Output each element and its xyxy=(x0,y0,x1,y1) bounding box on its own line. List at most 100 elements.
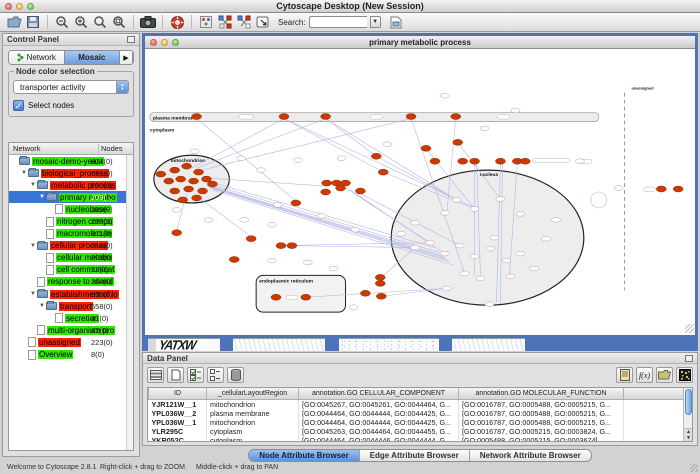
function-builder-icon[interactable]: f(x) xyxy=(636,367,653,383)
attribute-notes-icon[interactable] xyxy=(616,367,633,383)
float-panel-icon[interactable] xyxy=(127,36,135,43)
table-cell[interactable]: YPL036W__2 xyxy=(149,409,207,418)
tree-scrollbar[interactable] xyxy=(126,155,133,450)
window-sliver[interactable]: YATXW xyxy=(156,338,220,351)
new-attribute-icon[interactable] xyxy=(167,367,184,383)
tree-row[interactable]: Overview8(0) xyxy=(9,349,133,361)
network-tree-header[interactable]: Network Nodes xyxy=(9,143,133,155)
attribute-matrix-icon[interactable] xyxy=(676,367,693,383)
delete-attribute-icon[interactable] xyxy=(227,367,244,383)
network-view-titlebar[interactable]: primary metabolic process xyxy=(145,36,695,49)
table-cell[interactable]: [GO:0044464, GO:0044444, GO:0044425, G..… xyxy=(299,409,459,418)
window-edge[interactable] xyxy=(439,338,452,351)
window-sliver[interactable] xyxy=(148,338,156,351)
tree-row[interactable]: macromolecule311(0) xyxy=(9,228,133,240)
table-cell[interactable]: YLR295C xyxy=(149,427,207,436)
tab-overflow-arrow-icon[interactable]: ▶ xyxy=(120,51,133,64)
window-edge[interactable] xyxy=(220,338,233,351)
tree-row[interactable]: nitrogen compo209(0) xyxy=(9,215,133,227)
network-canvas[interactable]: plasma membranecytoplasmmitochondrionnuc… xyxy=(145,49,695,334)
app-titlebar[interactable]: Cytoscape Desktop (New Session) xyxy=(0,0,700,13)
tree-row[interactable]: cell communicat22(0) xyxy=(9,264,133,276)
tree-row[interactable]: unassigned223(0) xyxy=(9,336,133,348)
table-cell[interactable] xyxy=(624,399,686,409)
table-cell[interactable]: [GO:0016787, GO:0005488, GO:0005215, G..… xyxy=(459,399,624,409)
tree-row[interactable]: ▼establishment of lo558(0) xyxy=(9,288,133,300)
table-cell[interactable]: cytoplasm xyxy=(207,436,299,443)
background-windows-strip[interactable]: YATXW xyxy=(142,338,698,351)
table-cell[interactable]: [GO:0005488, GO:0005215, GO:0003674] xyxy=(459,436,624,443)
table-row[interactable]: YLR295Ccytoplasm[GO:0045263, GO:0044464,… xyxy=(149,427,686,436)
table-cell[interactable]: mitochondrion xyxy=(207,418,299,427)
float-data-panel-icon[interactable] xyxy=(685,355,693,362)
import-attributes-icon[interactable] xyxy=(656,367,673,383)
expand-arrow-icon[interactable]: ▼ xyxy=(29,291,37,297)
snapshot-icon[interactable] xyxy=(140,14,156,30)
expand-arrow-icon[interactable]: ▼ xyxy=(29,243,37,249)
table-row[interactable]: YPL036W__2plasma membrane[GO:0044464, GO… xyxy=(149,409,686,418)
table-cell[interactable]: [GO:0016787, GO:0005488, GO:0005215, G..… xyxy=(459,409,624,418)
save-icon[interactable] xyxy=(25,14,41,30)
window-edge[interactable] xyxy=(325,338,339,351)
tree-row[interactable]: ▼primary metabo209(... xyxy=(9,191,133,203)
zoom-out-icon[interactable] xyxy=(54,14,70,30)
network-layout-icon[interactable] xyxy=(217,14,233,30)
table-scrollbar[interactable]: ▲▼ xyxy=(683,388,692,441)
tree-row[interactable]: multi-organism pro42(0) xyxy=(9,324,133,336)
expand-arrow-icon[interactable]: ▼ xyxy=(38,303,46,309)
table-column-header[interactable]: ID xyxy=(149,388,207,399)
table-cell[interactable] xyxy=(624,436,686,443)
table-column-header[interactable]: annotation.GO MOLECULAR_FUNCTION xyxy=(459,388,624,399)
select-nodes-checkbox[interactable]: ✓ xyxy=(13,100,24,111)
attribute-table[interactable]: ID_cellularLayoutRegionannotation.GO CEL… xyxy=(147,387,693,442)
tree-row[interactable]: ▼biological_process651(0) xyxy=(9,167,133,179)
table-cell[interactable] xyxy=(624,409,686,418)
zoom-in-icon[interactable] xyxy=(73,14,89,30)
tree-row[interactable]: ▼metabolic process280(0) xyxy=(9,179,133,191)
annotation-icon[interactable] xyxy=(255,14,271,30)
vizmapper-icon[interactable] xyxy=(198,14,214,30)
table-row[interactable]: YKR052Ccytoplasm[GO:0044464, GO:0044446,… xyxy=(149,436,686,443)
tree-row[interactable]: response to stimul264(0) xyxy=(9,276,133,288)
table-cell[interactable] xyxy=(624,427,686,436)
node-color-dropdown[interactable]: transporter activity ▲▼ xyxy=(13,80,129,94)
window-sliver[interactable] xyxy=(233,338,325,351)
window-resize-grip[interactable] xyxy=(685,324,694,333)
help-icon[interactable] xyxy=(169,14,185,30)
table-cell[interactable] xyxy=(624,418,686,427)
window-sliver[interactable] xyxy=(339,338,439,351)
tab-network[interactable]: Network xyxy=(9,51,65,64)
table-column-header[interactable] xyxy=(624,388,686,399)
tree-row[interactable]: ▼transport558(0) xyxy=(9,300,133,312)
table-row[interactable]: YJR121W__1mitochondrion[GO:0045267, GO:0… xyxy=(149,399,686,409)
table-cell[interactable]: [GO:0016787, GO:0005488, GO:0005215, G..… xyxy=(459,418,624,427)
search-dropdown-arrow-icon[interactable]: ▼ xyxy=(370,16,381,28)
table-column-header[interactable]: annotation.GO CELLULAR_COMPONENT xyxy=(299,388,459,399)
search-input[interactable] xyxy=(309,16,367,28)
window-edge[interactable] xyxy=(525,338,698,351)
select-attributes-icon[interactable] xyxy=(187,367,204,383)
zoom-fit-icon[interactable] xyxy=(111,14,127,30)
window-sliver[interactable] xyxy=(452,338,525,351)
tree-row[interactable]: nucleobase-209(0) xyxy=(9,203,133,215)
network-view-window[interactable]: primary metabolic process plasma membran… xyxy=(142,33,698,338)
table-scrollbar-thumb[interactable] xyxy=(685,389,692,415)
table-cell[interactable]: YKR052C xyxy=(149,436,207,443)
network-graph[interactable]: plasma membranecytoplasmmitochondrionnuc… xyxy=(145,49,693,334)
open-file-icon[interactable] xyxy=(6,14,22,30)
table-cell[interactable]: YJR121W__1 xyxy=(149,399,207,409)
zoom-selected-icon[interactable] xyxy=(92,14,108,30)
tab-mosaic[interactable]: Mosaic xyxy=(65,51,121,64)
tree-row[interactable]: mosaic-demo-yeast874(0) xyxy=(9,155,133,167)
search-options-icon[interactable] xyxy=(388,14,404,30)
table-cell[interactable]: mitochondrion xyxy=(207,399,299,409)
unselect-attributes-icon[interactable] xyxy=(207,367,224,383)
tab-network-attribute-browser[interactable]: Network Attribute Browser xyxy=(470,450,591,461)
expand-arrow-icon[interactable]: ▼ xyxy=(38,194,46,200)
expand-arrow-icon[interactable]: ▼ xyxy=(29,182,37,188)
tree-row[interactable]: ▼cellular process614(0) xyxy=(9,240,133,252)
table-row[interactable]: YPL036W__1mitochondrion[GO:0044464, GO:0… xyxy=(149,418,686,427)
table-cell[interactable]: [GO:0044464, GO:0044446, GO:0044444, G..… xyxy=(299,436,459,443)
table-cell[interactable]: [GO:0045263, GO:0044464, GO:0044455, G..… xyxy=(299,427,459,436)
attribute-table-icon[interactable] xyxy=(147,367,164,383)
